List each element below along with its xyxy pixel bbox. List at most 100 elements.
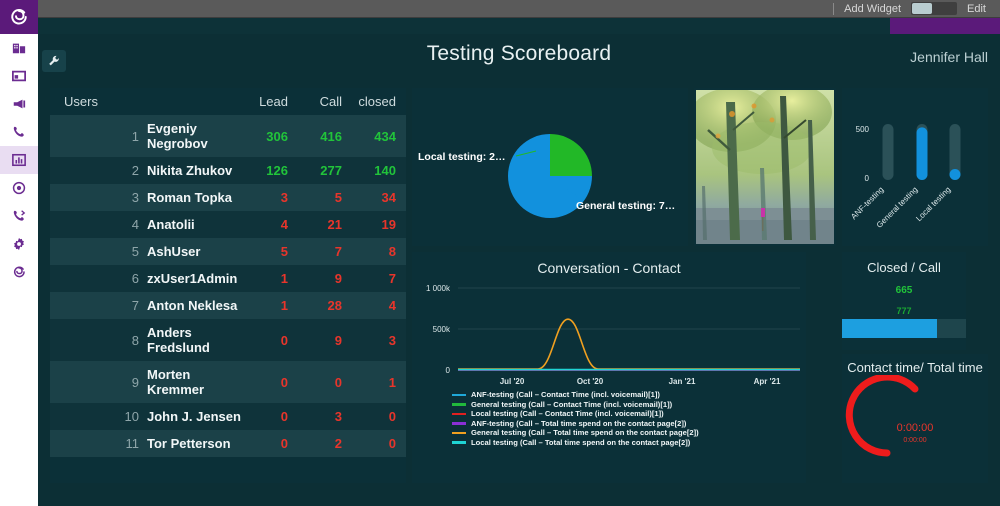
users-table-body: 1 Evgeniy Negrobov 306 416 434 2 Nikita Zhukov… [50, 115, 406, 457]
logo-mark-icon [11, 9, 27, 25]
sidebar-item-organization[interactable] [0, 34, 38, 62]
app-logo[interactable] [0, 0, 38, 34]
row-call: 5 [298, 184, 352, 211]
legend-item[interactable]: ANF-testing (Call – Total time spend on … [452, 419, 699, 429]
legend-item[interactable]: Local testing (Call – Contact Time (incl… [452, 409, 699, 419]
legend-item[interactable]: General testing (Call – Total time spend… [452, 428, 699, 438]
sidebar-item-target[interactable] [0, 174, 38, 202]
table-row[interactable]: 8 Anders Fredslund 0 9 3 [50, 319, 406, 361]
row-index: 2 [50, 157, 147, 184]
legend-item[interactable]: ANF-testing (Call – Contact Time (incl. … [452, 390, 699, 400]
table-row[interactable]: 9 Morten Kremmer 0 0 1 [50, 361, 406, 403]
sidebar-item-help[interactable] [0, 258, 38, 286]
row-lead: 1 [244, 292, 298, 319]
legend-swatch [452, 422, 466, 425]
table-row[interactable]: 3 Roman Topka 3 5 34 [50, 184, 406, 211]
users-table-head: Users Lead Call closed [50, 88, 406, 115]
bullet-category-label: ANF-testing [849, 185, 885, 221]
table-row[interactable]: 7 Anton Neklesa 1 28 4 [50, 292, 406, 319]
pie-chart: Local testing: 2… General testing: 7… [412, 88, 688, 246]
bullet-fill[interactable] [916, 127, 928, 180]
row-call: 277 [298, 157, 352, 184]
table-row[interactable]: 1 Evgeniy Negrobov 306 416 434 [50, 115, 406, 157]
gauge-body: 0:00:00 0:00:00 [842, 373, 988, 479]
gauge-title: Contact time/ Total time [847, 360, 983, 375]
users-table: Users Lead Call closed 1 Evgeniy Negrobov… [50, 88, 406, 457]
megaphone-icon [13, 99, 26, 109]
legend-item[interactable]: Local testing (Call – Total time spend o… [452, 438, 699, 448]
left-sidebar [0, 0, 38, 506]
bullet-fill[interactable] [949, 169, 961, 180]
legend-swatch [452, 393, 466, 396]
row-closed: 4 [352, 292, 406, 319]
sidebar-item-calls[interactable] [0, 118, 38, 146]
column-header-call[interactable]: Call [298, 88, 352, 115]
add-widget-button[interactable]: Add Widget [844, 3, 901, 15]
row-user-name: Evgeniy Negrobov [147, 115, 244, 157]
row-closed: 8 [352, 238, 406, 265]
row-index: 3 [50, 184, 147, 211]
y-axis-tick-label: 1 000k [426, 284, 451, 293]
sidebar-item-campaign[interactable] [0, 90, 38, 118]
row-lead: 3 [244, 184, 298, 211]
row-lead: 306 [244, 115, 298, 157]
y-axis-tick-label: 0 [446, 366, 451, 375]
line-chart-title: Conversation - Contact [537, 260, 681, 276]
line-series-path[interactable] [458, 318, 800, 370]
table-row[interactable]: 2 Nikita Zhukov 126 277 140 [50, 157, 406, 184]
image-widget [694, 88, 836, 246]
pie-label-local-testing: Local testing: 2… [418, 151, 506, 163]
bullet-track [882, 124, 894, 180]
row-user-name: Nikita Zhukov [147, 157, 244, 184]
row-user-name: Roman Topka [147, 184, 244, 211]
row-index: 7 [50, 292, 147, 319]
row-user-name: John J. Jensen [147, 403, 244, 430]
legend-swatch [452, 441, 466, 444]
toolbar-divider [833, 2, 835, 15]
row-user-name: Anders Fredslund [147, 319, 244, 361]
legend-item[interactable]: General testing (Call – Contact Time (in… [452, 400, 699, 410]
gauge-value: 0:00:00 [896, 422, 934, 434]
window-icon [12, 70, 26, 82]
column-header-closed[interactable]: closed [352, 88, 406, 115]
conversation-contact-widget: Conversation - Contact 0 500k 1 000k Jul '… [412, 252, 806, 483]
sidebar-item-reports[interactable] [0, 146, 38, 174]
table-row[interactable]: 4 Anatolii 4 21 19 [50, 211, 406, 238]
table-row[interactable]: 6 zxUser1Admin 1 9 7 [50, 265, 406, 292]
edit-mode-toggle[interactable] [911, 2, 958, 15]
row-lead: 0 [244, 361, 298, 403]
column-header-lead[interactable]: Lead [244, 88, 298, 115]
row-call: 7 [298, 238, 352, 265]
page-title: Testing Scoreboard [426, 42, 612, 65]
dashboard-accent-strip [890, 18, 1000, 34]
users-table-widget: Users Lead Call closed 1 Evgeniy Negrobov… [50, 88, 406, 483]
bullet-category-label: Local testing [914, 185, 952, 223]
legend-swatch [452, 412, 466, 415]
y-axis-tick-label: 500k [433, 325, 451, 334]
row-index: 10 [50, 403, 147, 430]
table-row[interactable]: 10 John J. Jensen 0 3 0 [50, 403, 406, 430]
x-axis-tick-label: Jul '20 [500, 377, 525, 386]
row-index: 5 [50, 238, 147, 265]
row-user-name: Anatolii [147, 211, 244, 238]
phone-forward-icon [13, 210, 26, 221]
column-header-users[interactable]: Users [50, 88, 244, 115]
row-call: 0 [298, 361, 352, 403]
sidebar-item-dashboard[interactable] [0, 62, 38, 90]
sidebar-item-settings[interactable] [0, 230, 38, 258]
table-row[interactable]: 11 Tor Petterson 0 2 0 [50, 430, 406, 457]
row-closed: 3 [352, 319, 406, 361]
row-user-name: Tor Petterson [147, 430, 244, 457]
dashboard-canvas: Testing Scoreboard Jennifer Hall Users L… [38, 34, 1000, 506]
pie-slice[interactable] [550, 134, 592, 176]
table-row[interactable]: 5 AshUser 5 7 8 [50, 238, 406, 265]
row-call: 2 [298, 430, 352, 457]
gauge-value-secondary: 0:00:00 [903, 437, 927, 444]
closed-call-value: 665 [895, 285, 913, 296]
edit-label[interactable]: Edit [967, 3, 986, 15]
sidebar-item-contacts[interactable] [0, 202, 38, 230]
target-icon [12, 181, 26, 195]
legend-swatch [452, 403, 466, 406]
row-call: 9 [298, 319, 352, 361]
row-closed: 0 [352, 430, 406, 457]
